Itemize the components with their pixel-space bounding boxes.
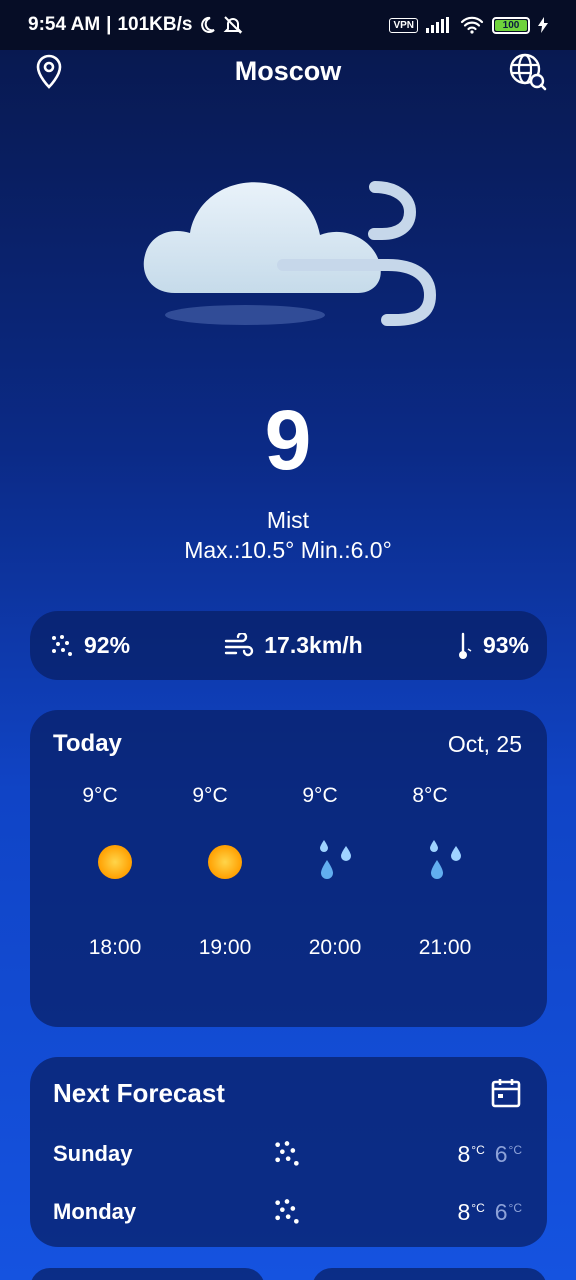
bottom-card-left (30, 1268, 265, 1280)
forecast-temps: 8°C 6°C (457, 1141, 522, 1168)
forecast-row[interactable]: Monday 8°C 6°C (53, 1196, 522, 1228)
high-value: 8 (457, 1140, 471, 1167)
sun-icon (208, 845, 242, 879)
globe-search-icon[interactable] (508, 52, 548, 92)
status-time: 9:54 AM (28, 14, 101, 35)
forecast-low: 6°C (495, 1141, 522, 1168)
feels-value: 93% (482, 632, 529, 658)
feels-stat: 93% (457, 631, 529, 661)
thermometer-icon (458, 632, 472, 659)
forecast-temps: 8°C 6°C (457, 1199, 522, 1226)
hour-temp: 9°C (302, 784, 338, 807)
low-value: 6 (494, 1198, 508, 1225)
header: Moscow (0, 50, 576, 92)
forecast-row[interactable]: Sunday 8°C 6°C (53, 1138, 522, 1170)
hour-time: 19:00 (198, 936, 252, 959)
forecast-high: 8°C (457, 1141, 484, 1168)
wind-value: 17.3km/h (264, 632, 363, 658)
status-left: 9:54 AM | 101KB/s (28, 14, 244, 36)
rain-dots-icon (52, 634, 72, 656)
cloud-wind-icon (143, 181, 437, 326)
hour-time: 18:00 (88, 936, 142, 959)
hour-time: 20:00 (308, 936, 362, 959)
forecast-high: 8°C (457, 1199, 484, 1226)
forecast-day: Monday (53, 1199, 137, 1224)
city-title: Moscow (234, 55, 342, 86)
battery-level: 100 (502, 19, 520, 31)
low-unit: °C (508, 1200, 522, 1215)
hour-temp: 9°C (82, 784, 118, 807)
rain-dots-icon (275, 1199, 299, 1224)
today-card: Today Oct, 25 9°C 18:00 9°C 19:00 9°C 20… (30, 710, 547, 1027)
charging-icon (538, 17, 548, 33)
forecast-low: 6°C (495, 1199, 522, 1226)
forecast-day: Sunday (53, 1141, 133, 1166)
hourly-item[interactable]: 8°C 21:00 (405, 710, 485, 1010)
low-value: 6 (494, 1140, 508, 1167)
signal-icon (426, 17, 449, 33)
location-pin-icon[interactable] (34, 54, 64, 90)
moon-icon (201, 16, 216, 33)
status-bar: 9:54 AM | 101KB/s VPN 100 (0, 0, 576, 50)
forecast-title: Next Forecast (53, 1077, 225, 1108)
current-minmax: Max.:10.5° Min.:6.0° (184, 537, 392, 563)
bell-muted-icon (224, 16, 243, 34)
hour-temp: 9°C (192, 784, 228, 807)
bottom-card-right (312, 1268, 547, 1280)
wind-stat: 17.3km/h (224, 632, 363, 659)
current-condition: Mist (266, 507, 310, 533)
forecast-header: Next Forecast (53, 1077, 522, 1109)
status-net-speed: 101KB/s (117, 14, 193, 35)
humidity-stat: 92% (50, 632, 130, 659)
battery-icon: 100 (492, 16, 530, 34)
high-unit: °C (471, 1200, 485, 1215)
hourly-item[interactable]: 9°C 20:00 (295, 710, 375, 1010)
hour-time: 21:00 (418, 936, 472, 959)
hourly-item[interactable]: 9°C 18:00 (75, 710, 155, 1010)
wifi-icon (460, 16, 484, 34)
sun-icon (98, 845, 132, 879)
vpn-badge: VPN (389, 17, 418, 33)
rain-dots-icon (275, 1141, 299, 1166)
status-separator: | (106, 14, 112, 35)
raindrops-icon (430, 840, 461, 879)
high-value: 8 (457, 1198, 471, 1225)
stats-card: 92% 17.3km/h 93% (30, 611, 547, 680)
current-temperature: 9 (264, 393, 312, 487)
raindrops-icon (320, 840, 351, 879)
high-unit: °C (471, 1142, 485, 1157)
wind-icon (225, 632, 254, 656)
humidity-value: 92% (84, 632, 131, 658)
hourly-item[interactable]: 9°C 19:00 (185, 710, 265, 1010)
hour-temp: 8°C (412, 784, 448, 807)
status-right: VPN 100 (389, 16, 548, 34)
calendar-icon[interactable] (490, 1077, 522, 1109)
low-unit: °C (508, 1142, 522, 1157)
forecast-card: Next Forecast Sunday 8°C 6°C Monday 8°C … (30, 1057, 547, 1247)
